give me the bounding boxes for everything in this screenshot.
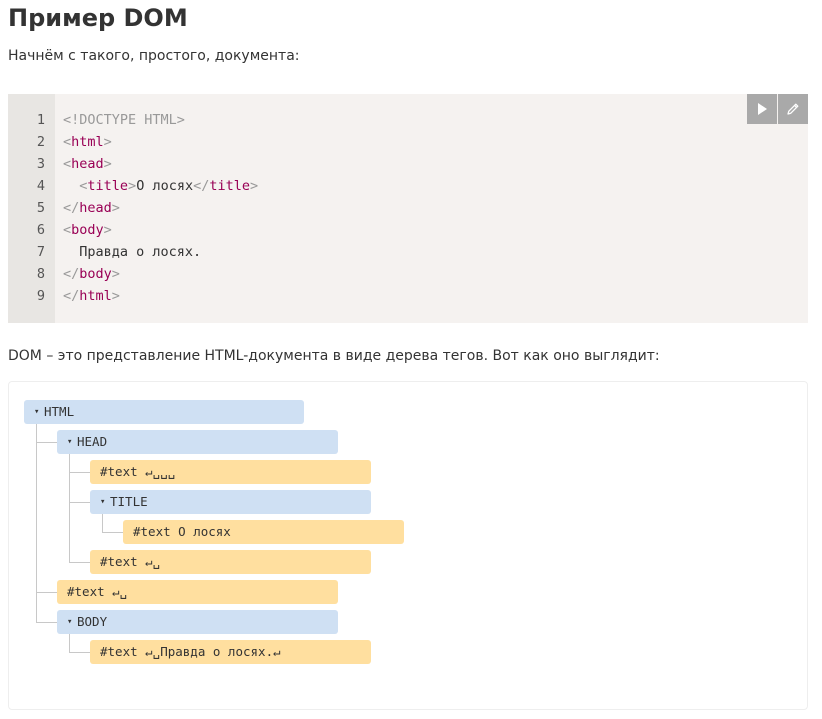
- page-title: Пример DOM: [8, 4, 188, 32]
- tree-node-text: #text ↵␣: [57, 580, 338, 604]
- code-example: 1 2 3 4 5 6 7 8 9 <!DOCTYPE HTML> <html>…: [8, 94, 808, 323]
- tree-connector: [36, 592, 57, 593]
- tree-node-text: #text ↵␣␣␣: [90, 460, 371, 484]
- tree-node-title[interactable]: ▾ TITLE: [90, 490, 371, 514]
- code-line: </html>: [63, 288, 120, 304]
- tree-node-text: #text ↵␣: [90, 550, 371, 574]
- code-line: <title>О лосях</title>: [79, 178, 259, 194]
- expand-triangle-icon: ▾: [100, 497, 106, 507]
- expand-triangle-icon: ▾: [67, 437, 73, 447]
- tree-connector: [36, 442, 57, 443]
- tree-node-body[interactable]: ▾ BODY: [57, 610, 338, 634]
- code-line: <body>: [63, 222, 112, 238]
- node-label: TITLE: [110, 494, 148, 509]
- edit-button[interactable]: [778, 94, 808, 124]
- line-number: 1: [36, 112, 45, 128]
- play-icon: [758, 103, 767, 115]
- tree-node-html[interactable]: ▾ HTML: [24, 400, 304, 424]
- line-number: 7: [36, 244, 45, 260]
- line-number: 8: [36, 266, 45, 282]
- tree-connector: [69, 634, 70, 653]
- intro-text: Начнём с такого, простого, документа:: [8, 48, 300, 64]
- line-number: 5: [36, 200, 45, 216]
- tree-connector: [102, 532, 123, 533]
- tree-connector: [36, 424, 37, 623]
- dom-tree: ▾ HTML ▾ HEAD #text ↵␣␣␣ ▾ TITLE #text О ло…: [8, 381, 808, 710]
- line-number: 4: [36, 178, 45, 194]
- code-line: <html>: [63, 134, 112, 150]
- node-label: HTML: [44, 404, 75, 419]
- line-number: 3: [36, 156, 45, 172]
- code-line: <head>: [63, 156, 112, 172]
- tree-connector: [69, 454, 70, 563]
- dom-description: DOM – это представление HTML-документа в…: [8, 348, 660, 364]
- code-line: </head>: [63, 200, 120, 216]
- tree-node-text: #text О лосях: [123, 520, 404, 544]
- line-number: 2: [36, 134, 45, 150]
- tree-connector: [69, 652, 90, 653]
- code-line: <!DOCTYPE HTML>: [63, 112, 185, 128]
- expand-triangle-icon: ▾: [67, 617, 73, 627]
- tree-connector: [69, 502, 90, 503]
- line-number: 9: [36, 288, 45, 304]
- pencil-icon: [787, 103, 799, 115]
- run-button[interactable]: [747, 94, 777, 124]
- tree-connector: [69, 562, 90, 563]
- tree-connector: [69, 472, 90, 473]
- code-line: Правда о лосях.: [63, 244, 202, 260]
- tree-node-head[interactable]: ▾ HEAD: [57, 430, 338, 454]
- node-label: HEAD: [77, 434, 108, 449]
- tree-node-text: #text ↵␣Правда о лосях.↵: [90, 640, 371, 664]
- tree-connector: [102, 514, 103, 533]
- line-number: 6: [36, 222, 45, 238]
- code-line: </body>: [63, 266, 120, 282]
- line-numbers-gutter: 1 2 3 4 5 6 7 8 9: [8, 94, 55, 323]
- expand-triangle-icon: ▾: [34, 407, 40, 417]
- tree-connector: [36, 622, 57, 623]
- node-label: BODY: [77, 614, 108, 629]
